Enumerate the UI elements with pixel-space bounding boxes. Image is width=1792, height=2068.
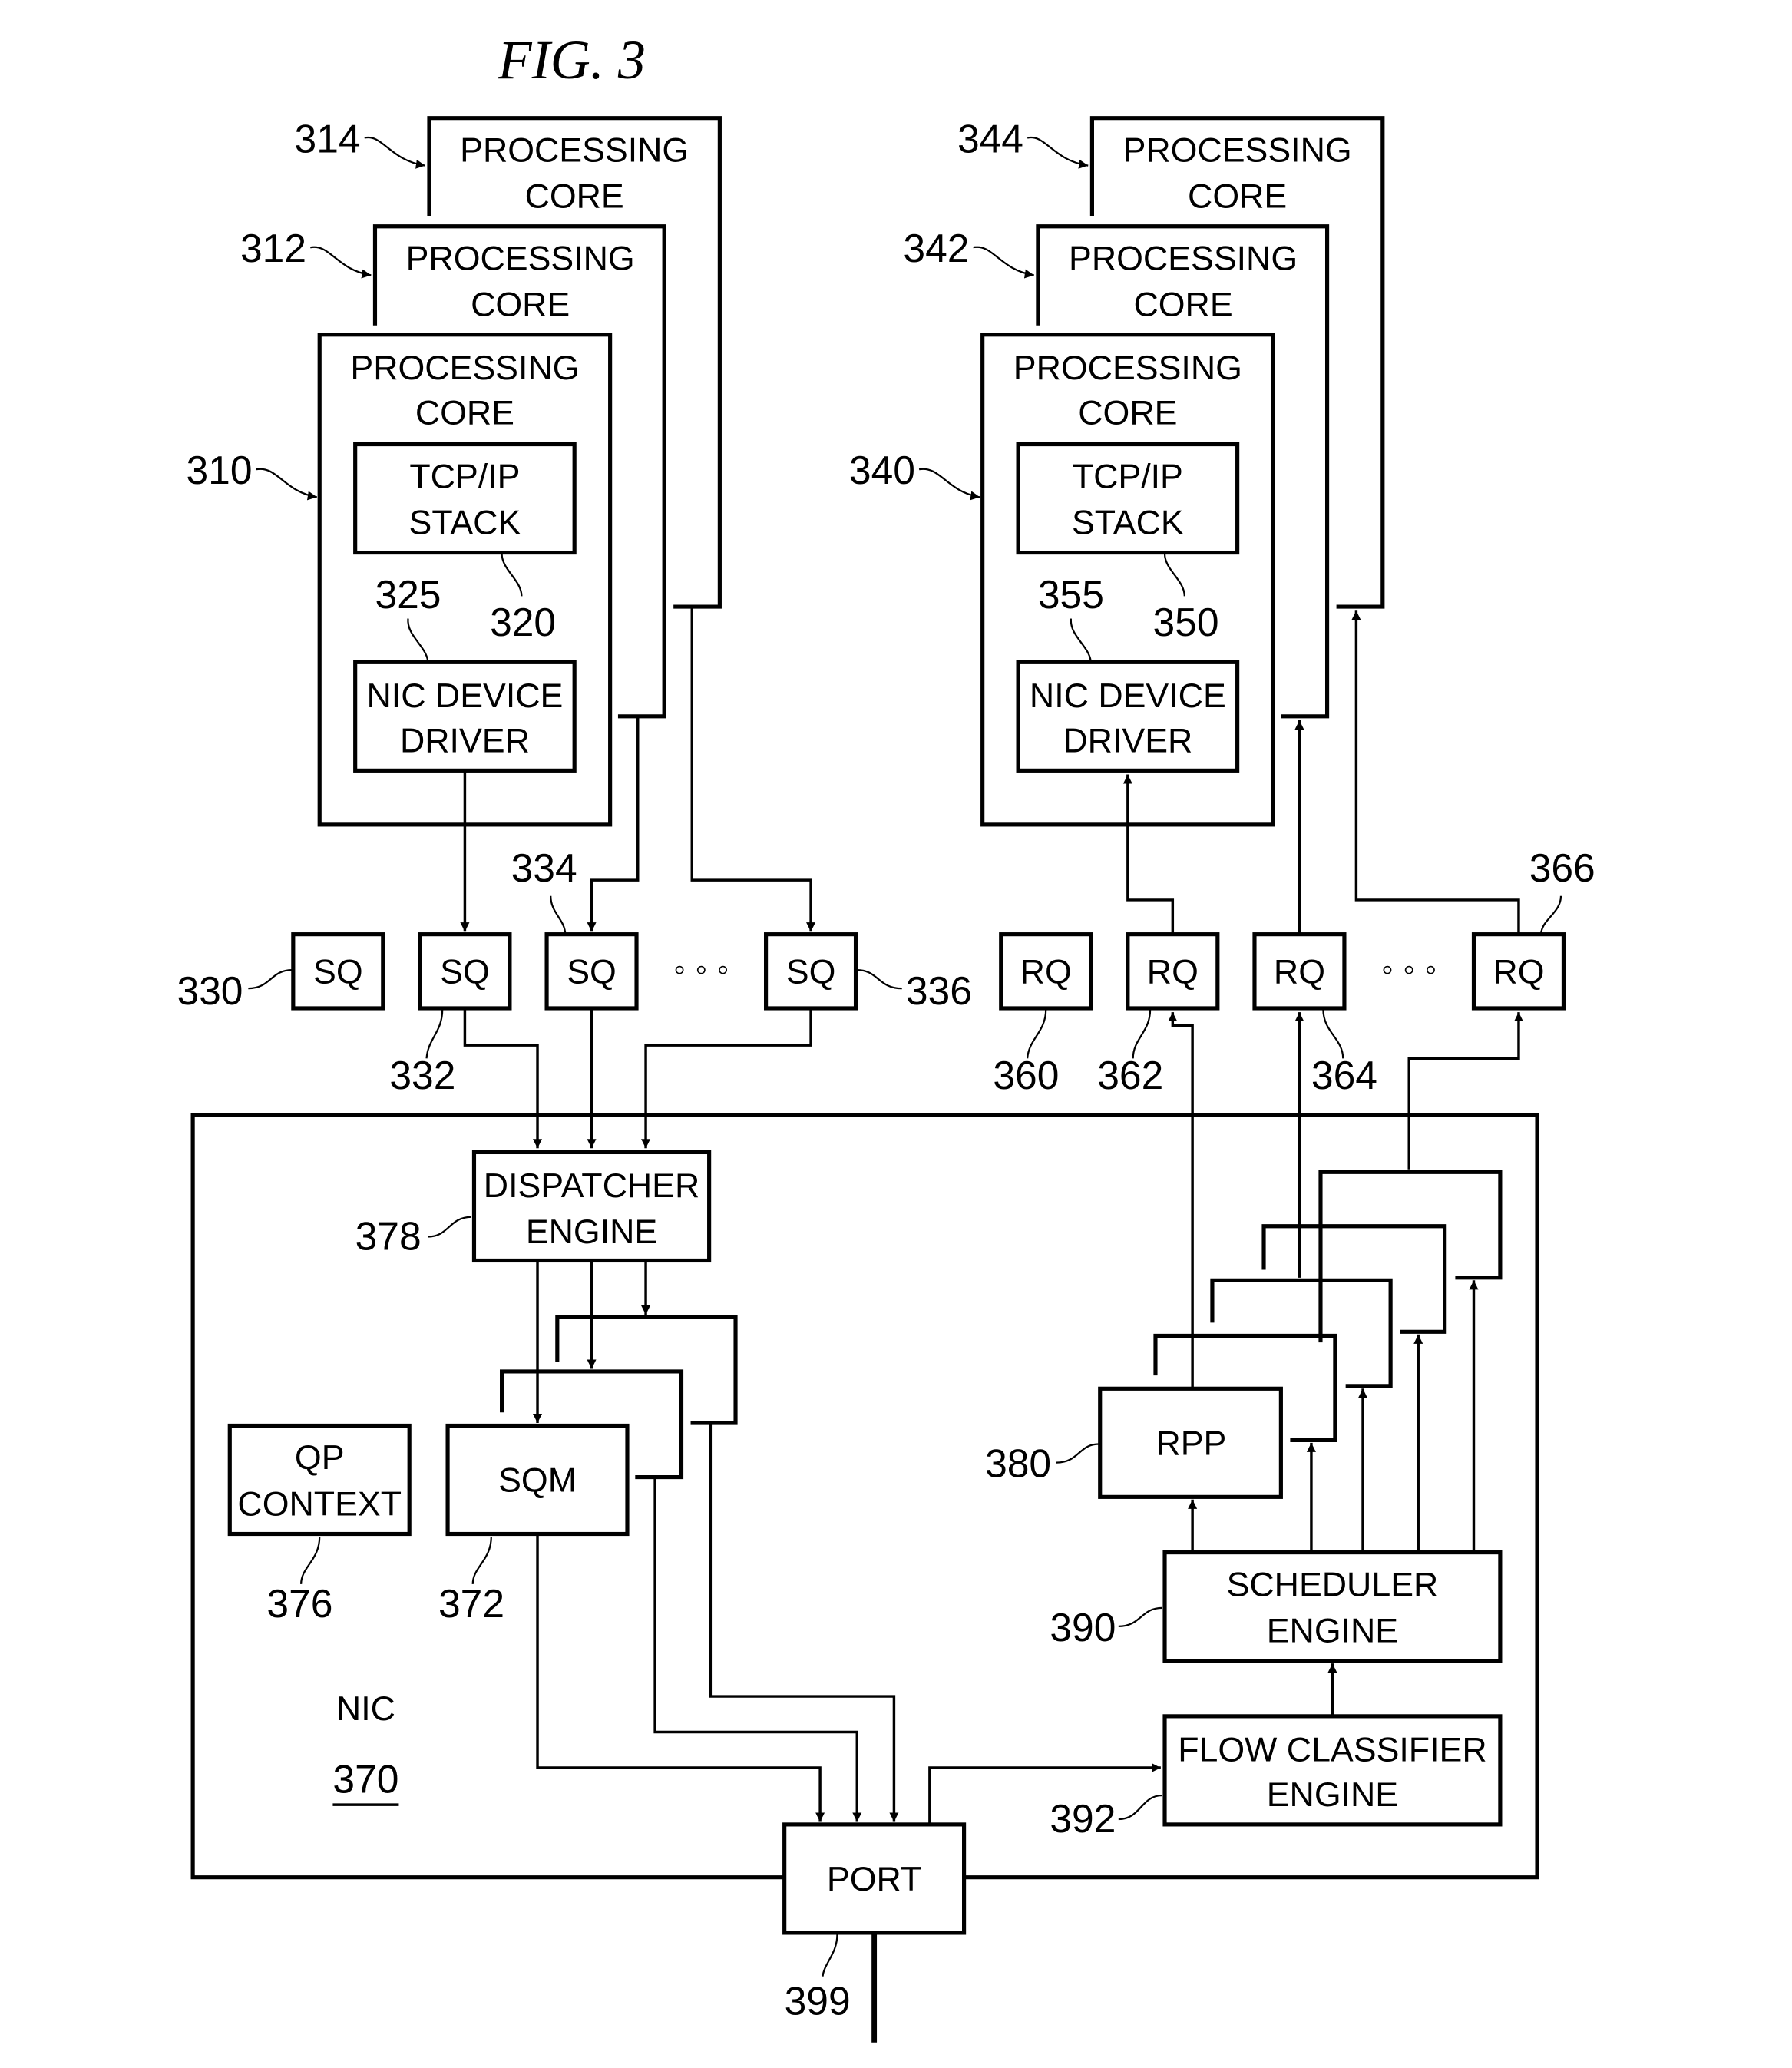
ref-399: 399 [785,1979,851,2023]
ref-362: 362 [1097,1053,1163,1097]
sqm-label: SQM [498,1461,577,1499]
sq-330-label: SQ [313,953,363,991]
nic-driver-line1: NIC DEVICE [367,677,564,715]
ref-380: 380 [985,1441,1051,1486]
ref-360: 360 [993,1053,1059,1097]
flow-classifier-line1: FLOW CLASSIFIER [1178,1731,1486,1769]
ref-312: 312 [240,226,306,270]
core-314-label2: CORE [525,178,624,216]
ref-330: 330 [177,968,243,1013]
ref-364: 364 [1311,1053,1377,1097]
rq-366-label: RQ [1493,953,1544,991]
port-label: PORT [827,1861,921,1898]
ref-366: 366 [1529,845,1595,890]
tcp-ip-stack-line1: TCP/IP [409,458,520,495]
ref-350: 350 [1153,600,1219,644]
ref-340: 340 [849,448,915,492]
ref-378: 378 [355,1214,422,1259]
ref-390: 390 [1050,1605,1116,1649]
host-left: PROCESSING CORE PROCESSING CORE PROCESSI… [186,116,722,827]
rq-362-label: RQ [1147,953,1199,991]
core-344-label1: PROCESSING [1123,131,1352,169]
host-right: PROCESSING CORE PROCESSING CORE PROCESSI… [849,116,1385,827]
core-342-label2: CORE [1134,286,1233,324]
ref-392: 392 [1050,1796,1116,1841]
sq-332-label: SQ [440,953,490,991]
ref-336: 336 [906,968,972,1013]
core-342-label1: PROCESSING [1069,240,1298,277]
figure-title: FIG. 3 [497,29,646,91]
sq-ellipsis: ◦ ◦ ◦ [673,951,729,988]
dispatcher-line2: ENGINE [526,1213,657,1251]
ref-332: 332 [389,1053,455,1097]
scheduler-line2: ENGINE [1267,1613,1398,1650]
ref-342: 342 [903,226,969,270]
tcp-ip-stack-r-line1: TCP/IP [1073,458,1183,495]
nic-370: NIC 370 DISPATCHER ENGINE 378 SQM 372 QP… [190,1113,1539,2043]
tcp-ip-stack-line2: STACK [409,504,521,541]
core-340-label1: PROCESSING [1013,349,1242,387]
rq-ellipsis: ◦ ◦ ◦ [1381,951,1437,988]
ref-314: 314 [295,116,361,160]
ref-355: 355 [1038,572,1104,617]
nic-driver-r-line1: NIC DEVICE [1030,677,1226,715]
nic-label: NIC [336,1690,395,1728]
core-312-label2: CORE [471,286,570,324]
rq-360-label: RQ [1020,953,1072,991]
ref-310: 310 [186,448,252,492]
flow-classifier-line2: ENGINE [1267,1776,1398,1814]
core-344-label2: CORE [1188,178,1287,216]
ref-320: 320 [490,600,556,644]
core-312-label1: PROCESSING [406,240,635,277]
ref-376: 376 [266,1581,332,1626]
nic-driver-line2: DRIVER [400,722,530,759]
ref-370: 370 [332,1757,398,1802]
rpp-label: RPP [1156,1424,1226,1462]
core-340-label2: CORE [1078,395,1177,432]
rpp-back-2 [1210,1278,1393,1388]
ref-325: 325 [375,572,441,617]
dispatcher-line1: DISPATCHER [484,1167,700,1205]
ref-334: 334 [511,845,577,890]
fig3-diagram: FIG. 3 PROCESSING CORE PROCESSING CORE P… [177,29,1595,2043]
qp-context-line1: QP [295,1439,345,1477]
sq-334-label: SQ [567,953,617,991]
scheduler-line1: SCHEDULER [1227,1566,1439,1603]
sq-336-label: SQ [786,953,836,991]
tcp-ip-stack-r-line2: STACK [1072,504,1184,541]
rq-364-label: RQ [1274,953,1325,991]
ref-372: 372 [438,1581,504,1626]
core-310-label1: PROCESSING [350,349,579,387]
ref-344: 344 [957,116,1023,160]
nic-driver-r-line2: DRIVER [1063,722,1192,759]
core-314-label1: PROCESSING [460,131,689,169]
qp-context-line2: CONTEXT [237,1485,402,1523]
core-310-label2: CORE [415,395,514,432]
